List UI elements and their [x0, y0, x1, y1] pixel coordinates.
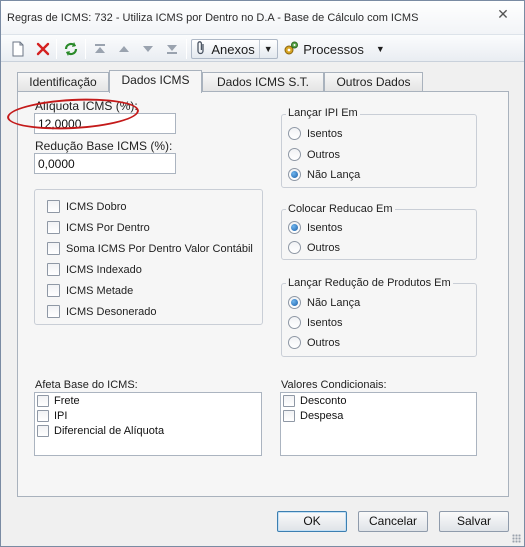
tab-label: Dados ICMS S.T.: [216, 75, 310, 89]
checkbox-box[interactable]: [47, 242, 60, 255]
gear-icon: [283, 40, 299, 59]
checkbox-box[interactable]: [47, 284, 60, 297]
radio-circle[interactable]: [288, 148, 301, 161]
reducao-produtos-nao-lanca-radio[interactable]: Não Lança: [288, 296, 360, 309]
toolbar-separator: [85, 39, 86, 59]
colocar-reducao-title: Colocar Reducao Em: [286, 203, 395, 215]
resize-grip[interactable]: [512, 534, 521, 543]
tab-identificacao[interactable]: Identificação: [17, 72, 109, 92]
lancar-ipi-nao-lanca-radio[interactable]: Não Lança: [288, 168, 360, 181]
valores-condicionais-title: Valores Condicionais:: [281, 379, 387, 391]
processos-dropdown-button[interactable]: Processos ▼: [283, 39, 385, 59]
radio-circle[interactable]: [288, 316, 301, 329]
list-item-label: IPI: [54, 410, 68, 422]
lancar-ipi-title: Lançar IPI Em: [286, 107, 360, 119]
checkbox-box[interactable]: [47, 305, 60, 318]
title-bar: Regras de ICMS: 732 - Utiliza ICMS por D…: [1, 1, 524, 34]
list-item-label: Desconto: [300, 395, 347, 407]
icms-por-dentro-checkbox[interactable]: ICMS Por Dentro: [47, 221, 150, 234]
toolbar: Anexos ▼ Processos ▼: [1, 34, 524, 62]
soma-icms-checkbox[interactable]: Soma ICMS Por Dentro Valor Contábil: [47, 242, 253, 255]
afeta-base-title: Afeta Base do ICMS:: [35, 379, 138, 391]
checkbox-label: Soma ICMS Por Dentro Valor Contábil: [66, 242, 253, 255]
radio-circle[interactable]: [288, 221, 301, 234]
lancar-reducao-produtos-title: Lançar Redução de Produtos Em: [286, 277, 453, 289]
new-document-icon[interactable]: [9, 39, 27, 59]
checkbox-label: ICMS Indexado: [66, 263, 142, 276]
tab-label: Identificação: [29, 75, 97, 89]
lancar-ipi-outros-radio[interactable]: Outros: [288, 148, 340, 161]
toolbar-separator: [56, 39, 57, 59]
radio-circle[interactable]: [288, 168, 301, 181]
refresh-icon[interactable]: [61, 39, 81, 59]
icms-dobro-checkbox[interactable]: ICMS Dobro: [47, 200, 127, 213]
radio-circle[interactable]: [288, 241, 301, 254]
move-last-icon[interactable]: [163, 39, 181, 59]
anexos-label: Anexos: [211, 41, 255, 57]
cancel-button[interactable]: Cancelar: [358, 511, 428, 532]
checkbox-box[interactable]: [37, 410, 49, 422]
window-title: Regras de ICMS: 732 - Utiliza ICMS por D…: [7, 12, 419, 24]
tab-dados-icms-st[interactable]: Dados ICMS S.T.: [202, 72, 324, 92]
afeta-base-frete-item[interactable]: Frete: [37, 395, 80, 407]
close-icon[interactable]: ✕: [496, 7, 510, 21]
lancar-ipi-isentos-radio[interactable]: Isentos: [288, 127, 342, 140]
icms-metade-checkbox[interactable]: ICMS Metade: [47, 284, 133, 297]
save-button[interactable]: Salvar: [439, 511, 509, 532]
reducao-label: Redução Base ICMS (%):: [35, 139, 173, 153]
dialog-window: Regras de ICMS: 732 - Utiliza ICMS por D…: [0, 0, 525, 547]
list-item-label: Diferencial de Alíquota: [54, 425, 165, 437]
paperclip-icon: [195, 40, 207, 59]
radio-circle[interactable]: [288, 127, 301, 140]
reducao-input[interactable]: [34, 153, 176, 174]
radio-label: Outros: [307, 148, 341, 161]
tab-label: Outros Dados: [336, 75, 411, 89]
reducao-produtos-isentos-radio[interactable]: Isentos: [288, 316, 342, 329]
move-first-icon[interactable]: [91, 39, 109, 59]
anexos-dropdown-button[interactable]: Anexos ▼: [191, 39, 278, 59]
icms-indexado-checkbox[interactable]: ICMS Indexado: [47, 263, 142, 276]
radio-label: Outros: [307, 241, 341, 254]
radio-label: Isentos: [307, 316, 343, 329]
reducao-produtos-outros-radio[interactable]: Outros: [288, 336, 340, 349]
radio-label: Outros: [307, 336, 341, 349]
toolbar-separator: [186, 39, 187, 59]
chevron-down-icon[interactable]: ▼: [258, 40, 273, 58]
tab-label: Dados ICMS: [121, 73, 190, 87]
afeta-base-diferencial-item[interactable]: Diferencial de Alíquota: [37, 425, 164, 437]
checkbox-label: ICMS Metade: [66, 284, 134, 297]
chevron-down-icon[interactable]: ▼: [376, 44, 385, 54]
checkbox-label: ICMS Desonerado: [66, 305, 157, 318]
list-item-label: Frete: [54, 395, 80, 407]
icms-desonerado-checkbox[interactable]: ICMS Desonerado: [47, 305, 157, 318]
delete-icon[interactable]: [34, 39, 52, 59]
colocar-reducao-outros-radio[interactable]: Outros: [288, 241, 340, 254]
checkbox-box[interactable]: [47, 221, 60, 234]
valores-despesa-item[interactable]: Despesa: [283, 410, 343, 422]
radio-label: Isentos: [307, 221, 343, 234]
colocar-reducao-isentos-radio[interactable]: Isentos: [288, 221, 342, 234]
checkbox-box[interactable]: [47, 200, 60, 213]
checkbox-label: ICMS Dobro: [66, 200, 127, 213]
tab-dados-icms[interactable]: Dados ICMS: [109, 70, 202, 93]
move-up-icon[interactable]: [115, 39, 133, 59]
tab-outros-dados[interactable]: Outros Dados: [324, 72, 423, 92]
checkbox-box[interactable]: [37, 425, 49, 437]
checkbox-box[interactable]: [37, 395, 49, 407]
valores-desconto-item[interactable]: Desconto: [283, 395, 346, 407]
checkbox-box[interactable]: [283, 410, 295, 422]
move-down-icon[interactable]: [139, 39, 157, 59]
processos-label: Processos: [303, 41, 364, 57]
checkbox-label: ICMS Por Dentro: [66, 221, 150, 234]
afeta-base-ipi-item[interactable]: IPI: [37, 410, 67, 422]
radio-circle[interactable]: [288, 296, 301, 309]
radio-label: Isentos: [307, 127, 343, 140]
radio-circle[interactable]: [288, 336, 301, 349]
list-item-label: Despesa: [300, 410, 344, 422]
radio-label: Não Lança: [307, 168, 361, 181]
checkbox-box[interactable]: [47, 263, 60, 276]
ok-button[interactable]: OK: [277, 511, 347, 532]
checkbox-box[interactable]: [283, 395, 295, 407]
radio-label: Não Lança: [307, 296, 361, 309]
